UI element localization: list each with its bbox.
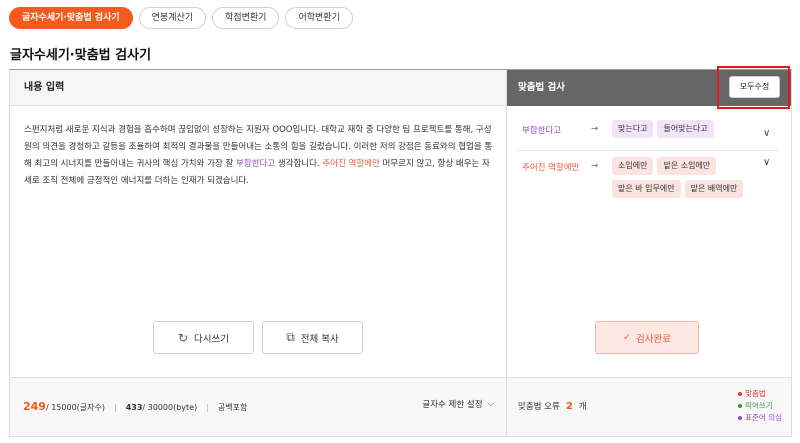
char-count: 249 / 15000(글자수) | 433 / 30000(byte) | 공…	[23, 400, 247, 413]
checkmark-icon: ✓	[623, 332, 631, 343]
text-segment: 생각합니다.	[275, 159, 323, 169]
suggestion-list: 소임에만 맡은 소임에만 맡은 바 임무에만 맡은 배역에만	[612, 157, 762, 198]
highlighted-error-word[interactable]: 주어진 역할에만	[322, 159, 379, 169]
char-count-total: / 15000(글자수)	[45, 403, 105, 412]
error-count-unit: 개	[578, 402, 587, 412]
legend-item: 띄어쓰기	[738, 400, 782, 412]
error-count: 맞춤법 오류 2 개	[518, 400, 587, 412]
divider	[516, 150, 778, 151]
dot-icon	[738, 392, 743, 396]
error-legend: 맞춤법 띄어쓰기 표준어 의심	[738, 388, 782, 424]
tab-grade-converter[interactable]: 학점변환기	[212, 7, 280, 29]
highlight-box: 모두수정	[717, 66, 790, 109]
legend-label: 맞춤법	[745, 389, 766, 398]
space-mode: 공백포함	[217, 403, 248, 412]
chevron-down-icon[interactable]: ∨	[763, 128, 770, 139]
error-word[interactable]: 부합한다고	[522, 124, 561, 136]
char-limit-label: 글자수 제한 설정	[422, 400, 483, 410]
tab-salary-calculator[interactable]: 연봉계산기	[138, 7, 207, 29]
divider: |	[113, 403, 117, 412]
tab-spell-checker[interactable]: 글자수세기·맞춤법 검사기	[9, 7, 133, 29]
error-count-label: 맞춤법 오류	[518, 402, 560, 412]
input-text-area[interactable]: 스펀지처럼 새로운 지식과 경험을 흡수하며 끊임없이 성장하는 지원자 OOO…	[24, 122, 496, 190]
suggestion-chip[interactable]: 소임에만	[612, 157, 654, 175]
input-header: 내용 입력	[10, 70, 506, 106]
byte-count-value: 433	[125, 403, 143, 412]
check-complete-label: 검사완료	[636, 333, 671, 345]
char-limit-setting[interactable]: 글자수 제한 설정 ⌵	[422, 398, 494, 410]
spell-check-panel: 맞춤법 검사 모두수정 부합한다고 → 맞는다고 들어맞는다고 ∨ 주어진 역할…	[507, 66, 791, 436]
error-footer: 맞춤법 오류 2 개 맞춤법 띄어쓰기 표준어 의심	[507, 377, 791, 436]
copy-all-label: 전체 복사	[300, 333, 339, 345]
divider: |	[206, 403, 209, 412]
chevron-down-icon: ⌵	[487, 399, 494, 409]
arrow-right-icon: →	[591, 124, 599, 134]
spell-check-header: 맞춤법 검사 모두수정	[507, 66, 791, 109]
byte-count-total: / 30000(byte)	[142, 403, 198, 412]
error-count-value: 2	[565, 401, 573, 412]
highlighted-error-word[interactable]: 부합한다고	[236, 159, 275, 169]
legend-item: 표준어 의심	[738, 412, 782, 424]
copy-icon: ⧉	[286, 330, 295, 344]
rewrite-button[interactable]: ↻ 다시쓰기	[153, 321, 254, 354]
copy-all-button[interactable]: ⧉ 전체 복사	[262, 321, 363, 354]
suggestion-chip[interactable]: 맞는다고	[612, 120, 654, 138]
char-count-value: 249	[23, 400, 46, 413]
suggestion-chip[interactable]: 들어맞는다고	[657, 120, 714, 138]
fix-all-button[interactable]: 모두수정	[729, 76, 780, 98]
arrow-right-icon: →	[591, 161, 599, 171]
checker-panel: 내용 입력 스펀지처럼 새로운 지식과 경험을 흡수하며 끊임없이 성장하는 지…	[9, 66, 792, 437]
suggestion-chip[interactable]: 맡은 소임에만	[657, 157, 717, 175]
tab-language-converter[interactable]: 어학변환기	[285, 7, 353, 29]
refresh-icon: ↻	[177, 330, 189, 345]
page-title: 글자수세기·맞춤법 검사기	[10, 48, 152, 63]
tool-tabs: 글자수세기·맞춤법 검사기 연봉계산기 학점변환기 어학변환기	[9, 7, 353, 29]
chevron-down-icon[interactable]: ∨	[763, 157, 770, 168]
rewrite-label: 다시쓰기	[194, 333, 230, 345]
count-footer: 249 / 15000(글자수) | 433 / 30000(byte) | 공…	[10, 377, 506, 436]
input-panel: 내용 입력 스펀지처럼 새로운 지식과 경험을 흡수하며 끊임없이 성장하는 지…	[10, 70, 507, 436]
spell-check-title: 맞춤법 검사	[518, 82, 566, 93]
check-complete-button[interactable]: ✓ 검사완료	[595, 321, 699, 354]
legend-label: 띄어쓰기	[745, 401, 773, 410]
suggestion-chip[interactable]: 맡은 배역에만	[684, 180, 744, 198]
legend-label: 표준어 의심	[745, 413, 782, 422]
suggestion-list: 맞는다고 들어맞는다고	[612, 120, 762, 138]
legend-item: 맞춤법	[738, 388, 782, 400]
dot-icon	[738, 416, 743, 420]
error-word[interactable]: 주어진 역할에만	[522, 161, 579, 173]
dot-icon	[738, 404, 743, 408]
suggestion-chip[interactable]: 맡은 바 임무에만	[612, 180, 681, 198]
